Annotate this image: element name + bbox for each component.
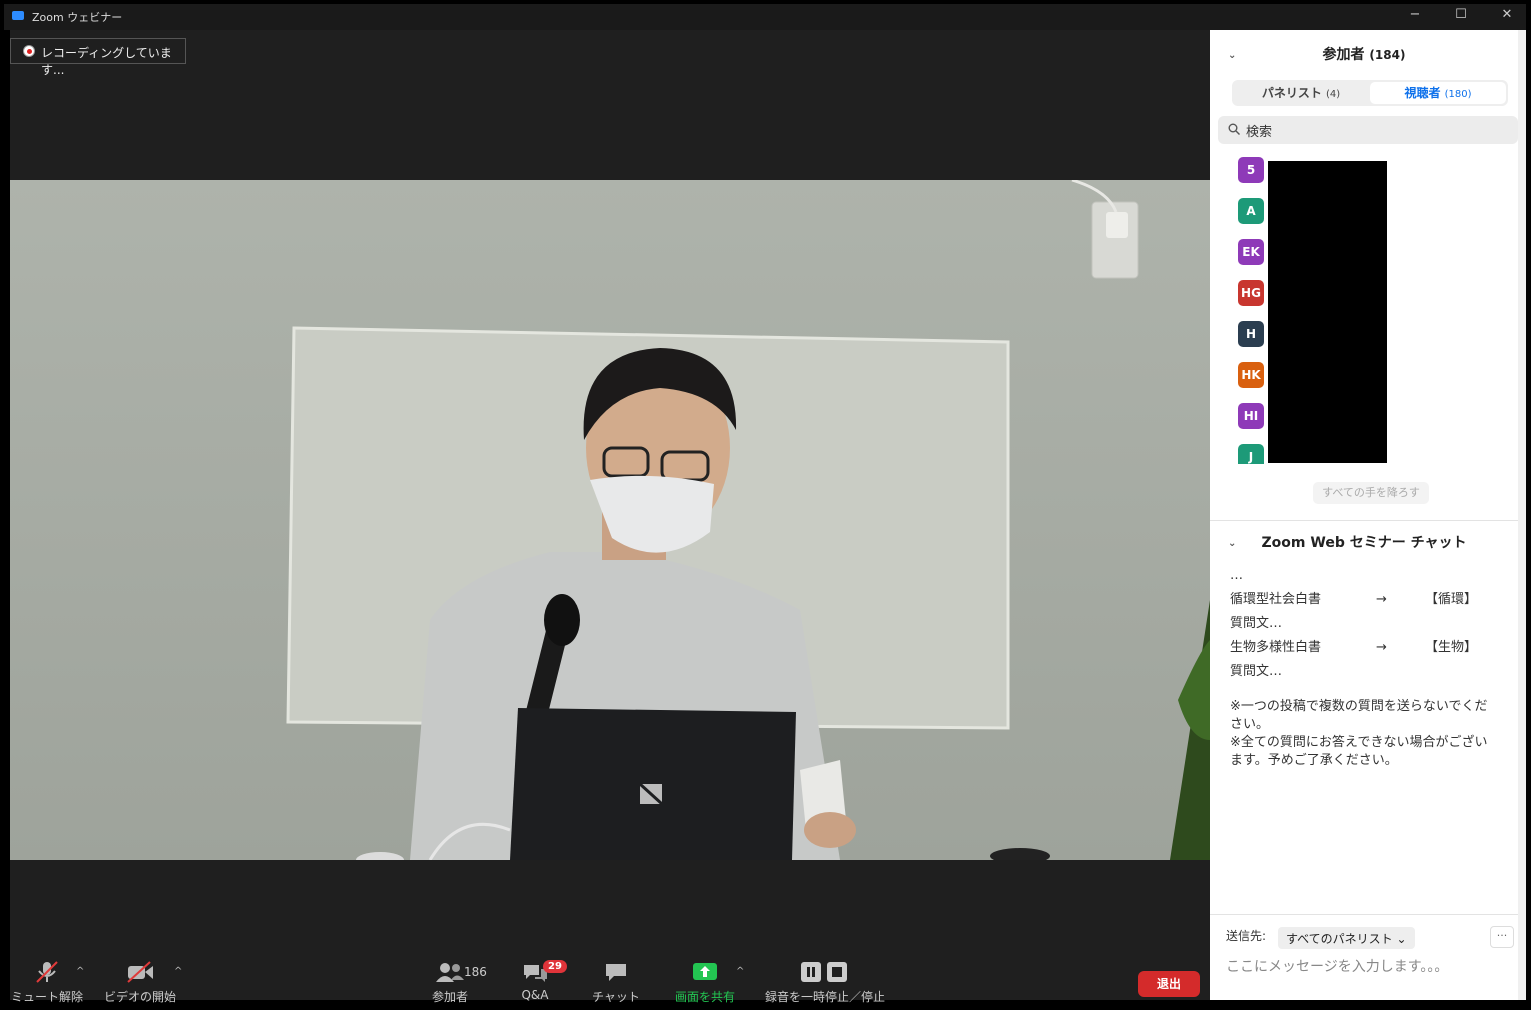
recording-controls-label: 録音を一時停止／停止 [764,990,885,1004]
speaker-video-image [10,180,1210,860]
leave-button[interactable]: 退出 [1138,971,1200,997]
tab-attendees[interactable]: 視聴者 (180) [1370,82,1506,104]
side-panel: ⌄ 参加者 (184) パネリスト (4) 視聴者 (180) 検索 5 A EK H… [1210,30,1518,1000]
participants-icon [436,963,464,982]
chat-line: 生物多様性白書 → 【生物】 [1230,636,1500,660]
record-icon [23,45,35,57]
start-video-label: ビデオの開始 [103,990,176,1004]
share-screen-icon [693,963,717,980]
attendee-avatar[interactable]: HI [1238,403,1264,429]
chat-header: ⌄ Zoom Web セミナー チャット [1210,532,1518,562]
maximize-button[interactable]: ☐ [1446,7,1476,27]
participants-count: 186 [464,965,487,979]
zoom-app-icon [12,11,24,20]
recording-indicator[interactable]: レコーディングしています... [10,38,186,77]
send-to-label: 送信先: [1226,929,1267,943]
close-window-button[interactable]: ✕ [1492,7,1522,27]
chat-note: ※一つの投稿で複数の質問を送らないでください。 [1230,699,1488,732]
attendee-avatar[interactable]: HK [1238,362,1264,388]
chat-button[interactable]: チャット [588,960,644,1004]
participants-header: ⌄ 参加者 (184) [1210,44,1518,74]
tab-panelists-label: パネリスト [1261,86,1322,100]
chat-ellipsis: … [1230,568,1243,583]
chat-line: 質問文… [1230,616,1283,631]
attendee-avatar[interactable]: J [1238,444,1264,464]
zoom-window: Zoom ウェビナー − ☐ ✕ レコーディングしています... ミュート解除 … [0,0,1531,1010]
meeting-toolbar: ミュート解除 ^ ビデオの開始 ^ 参加者 186 Q&A 29 チャット 画面… [10,952,1210,1004]
title-bar: Zoom ウェビナー − ☐ ✕ [4,4,1526,30]
tab-panelists-count: (4) [1326,89,1341,100]
qa-label: Q&A [521,988,549,1002]
minimize-button[interactable]: − [1400,7,1430,27]
chat-icon [606,964,626,981]
chat-line: 質問文… [1230,664,1283,679]
start-video-button[interactable]: ビデオの開始 [102,960,178,1004]
redacted-names [1268,161,1387,463]
chat-message-input[interactable] [1226,954,1506,980]
attendee-list: 5 A EK HG H HK HI J [1210,154,1518,464]
participants-tabs: パネリスト (4) 視聴者 (180) [1232,80,1508,106]
participants-label: 参加者 [431,990,468,1004]
attendee-avatar[interactable]: A [1238,198,1264,224]
speaker-video [10,180,1210,860]
chat-line-text: 生物多様性白書 [1230,640,1322,655]
muted-microphone-icon [36,961,58,983]
participants-title: 参加者 [1322,47,1365,63]
qa-count-badge: 29 [543,960,567,973]
recording-controls[interactable]: 録音を一時停止／停止 [760,960,890,1004]
search-icon [1228,123,1240,135]
chat-messages: … 循環型社会白書 → 【循環】 質問文… 生物多様性白書 → 【生物】 質問文… [1230,564,1500,770]
attendee-avatar[interactable]: H [1238,321,1264,347]
tab-panelists[interactable]: パネリスト (4) [1234,82,1368,104]
lower-all-hands-button[interactable]: すべての手を降ろす [1313,482,1429,504]
video-options-caret[interactable]: ^ [174,966,182,977]
send-to-select[interactable]: すべてのパネリスト ⌄ [1278,927,1415,949]
panel-scrollbar[interactable] [1518,30,1526,1000]
pause-stop-recording-icon [801,962,847,982]
arrow-icon: → [1376,592,1387,607]
collapse-participants-icon[interactable]: ⌄ [1228,50,1236,61]
participants-total: (184) [1369,48,1406,62]
search-placeholder: 検索 [1246,125,1273,140]
tab-attendees-label: 視聴者 [1404,86,1441,100]
participant-search[interactable]: 検索 [1218,116,1518,144]
unmute-button[interactable]: ミュート解除 [10,960,84,1004]
audio-options-caret[interactable]: ^ [76,966,84,977]
attendee-avatar[interactable]: EK [1238,239,1264,265]
panel-divider [1210,520,1518,521]
chat-more-button[interactable]: ··· [1490,926,1514,948]
share-screen-label: 画面を共有 [674,990,735,1004]
attendee-avatar[interactable]: HG [1238,280,1264,306]
share-screen-button[interactable]: 画面を共有 [668,960,742,1004]
unmute-label: ミュート解除 [10,990,83,1004]
attendee-avatar[interactable]: 5 [1238,157,1264,183]
chat-line-text: 循環型社会白書 [1230,592,1322,607]
chat-line-tag: 【循環】 [1425,592,1478,607]
chat-note: ※全ての質問にお答えできない場合がございます。予めご了承ください。 [1230,735,1488,768]
video-off-icon [127,961,153,983]
chat-input-divider [1210,914,1518,915]
window-title: Zoom ウェビナー [32,11,123,24]
tab-attendees-count: (180) [1444,89,1472,100]
arrow-icon: → [1376,640,1387,655]
chat-label: チャット [592,990,640,1004]
collapse-chat-icon[interactable]: ⌄ [1228,538,1236,549]
chat-line: 循環型社会白書 → 【循環】 [1230,588,1500,612]
share-options-caret[interactable]: ^ [736,966,744,977]
chat-title: Zoom Web セミナー チャット [1261,535,1467,551]
chat-line-tag: 【生物】 [1425,640,1478,655]
